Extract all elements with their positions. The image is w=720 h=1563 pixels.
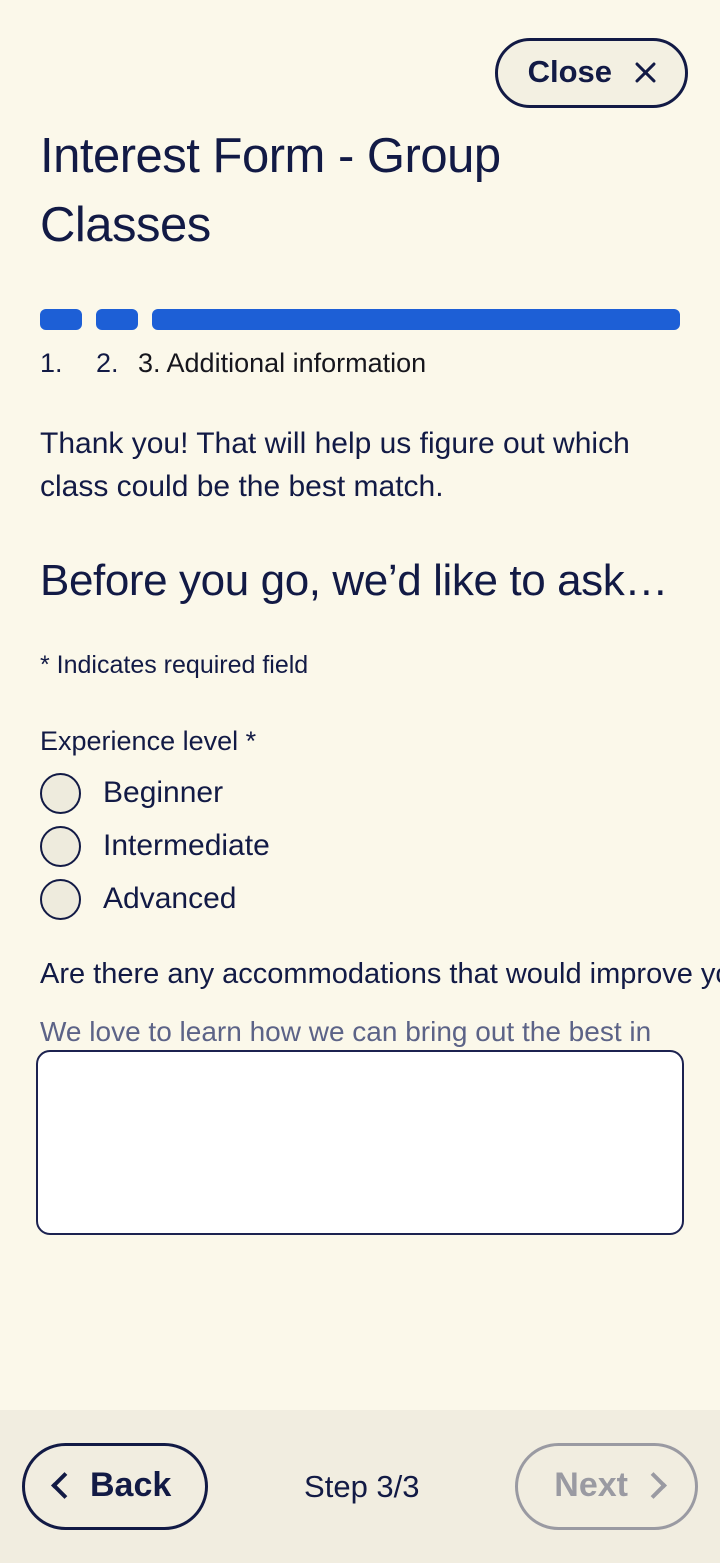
progress-label-step-3: 3. Additional information <box>138 348 427 379</box>
next-button[interactable]: Next <box>515 1443 698 1530</box>
experience-level-label: Experience level * <box>40 725 257 756</box>
next-button-label: Next <box>554 1466 628 1504</box>
radio-label: Intermediate <box>103 829 270 863</box>
progress-bar-step-1 <box>40 309 82 331</box>
accommodations-question: Are there any accommodations that would … <box>40 957 720 990</box>
chevron-left-icon <box>51 1472 78 1499</box>
progress-bars <box>40 309 680 331</box>
form-footer: Back Step 3/3 Next <box>0 1410 720 1563</box>
radio-option-advanced[interactable]: Advanced <box>40 878 680 920</box>
page-title: Interest Form - Group Classes <box>40 129 501 252</box>
progress-bar-step-3 <box>152 309 680 331</box>
close-icon <box>632 59 659 86</box>
intro-text: Thank you! That will help us figure out … <box>40 427 630 503</box>
radio-icon[interactable] <box>40 772 81 814</box>
accommodations-field: Are there any accommodations that would … <box>0 957 720 1235</box>
radio-icon[interactable] <box>40 878 81 920</box>
form-scroll-area[interactable]: Close Interest Form - Group Classes 1. 2… <box>0 0 720 1410</box>
radio-icon[interactable] <box>40 825 81 867</box>
close-row: Close <box>0 0 720 108</box>
required-field-note: * Indicates required field <box>40 650 309 679</box>
close-button[interactable]: Close <box>494 38 688 108</box>
section-heading: Before you go, we’d like to ask… <box>40 556 668 606</box>
progress-bar-step-2 <box>96 309 138 331</box>
radio-label: Beginner <box>103 776 224 810</box>
radio-option-intermediate[interactable]: Intermediate <box>40 825 680 867</box>
experience-level-field: Experience level * Beginner Intermediate… <box>0 726 720 920</box>
radio-label: Advanced <box>103 882 237 916</box>
progress-label-step-2: 2. <box>96 348 119 379</box>
step-indicator: Step 3/3 <box>304 1468 420 1504</box>
back-button[interactable]: Back <box>22 1443 209 1530</box>
progress-indicator: 1. 2. 3. Additional information <box>0 309 720 379</box>
radio-option-beginner[interactable]: Beginner <box>40 772 680 814</box>
chevron-right-icon <box>640 1472 667 1499</box>
progress-labels: 1. 2. 3. Additional information <box>40 348 680 379</box>
accommodations-textarea[interactable] <box>36 1049 684 1235</box>
progress-label-step-1: 1. <box>40 348 63 379</box>
close-button-label: Close <box>527 54 612 89</box>
back-button-label: Back <box>90 1466 172 1504</box>
